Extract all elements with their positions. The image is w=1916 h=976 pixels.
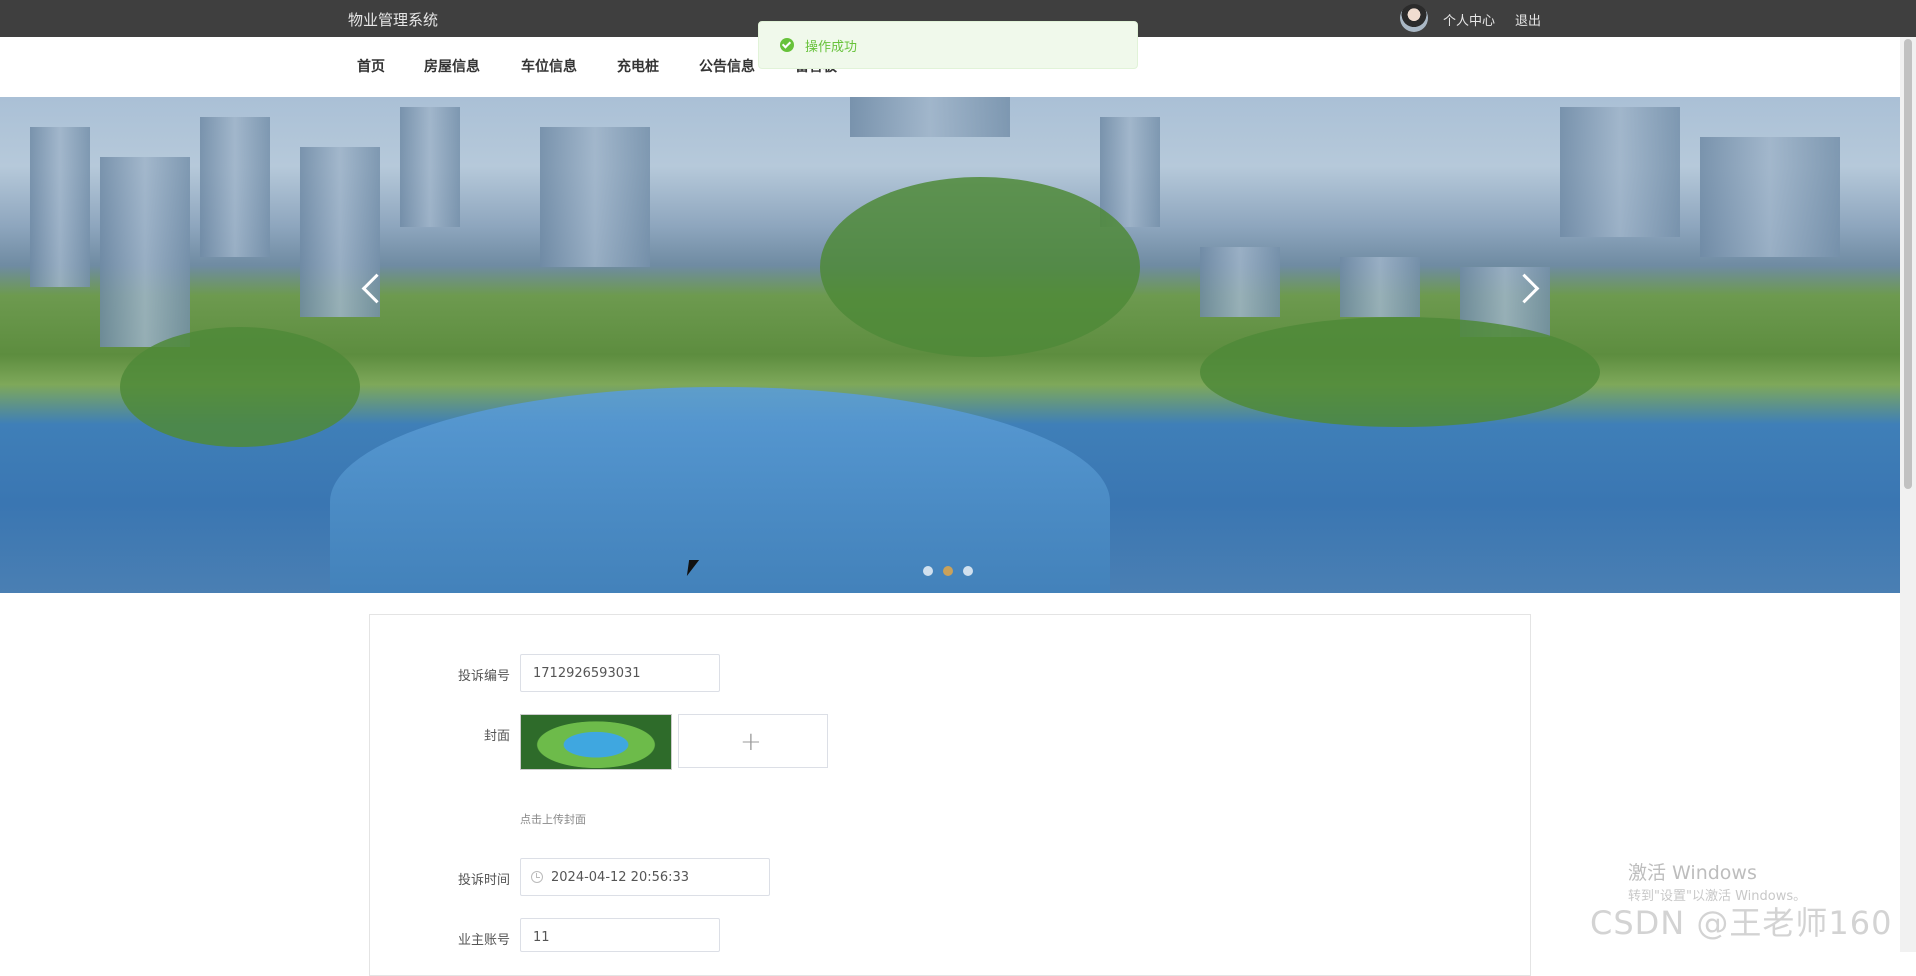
upload-hint: 点击上传封面: [520, 813, 586, 826]
owner-account-input[interactable]: 11: [520, 918, 720, 952]
carousel-dot-3[interactable]: [963, 566, 973, 576]
nav-item-home[interactable]: 首页: [357, 56, 385, 76]
profile-link[interactable]: 个人中心: [1443, 10, 1495, 29]
carousel-banner: [0, 97, 1900, 593]
cover-thumbnail[interactable]: [520, 714, 672, 770]
toast-message: 操作成功: [805, 40, 858, 55]
user-avatar[interactable]: [1400, 4, 1428, 32]
cover-label: 封面: [483, 729, 510, 744]
carousel-prev-button[interactable]: [352, 269, 392, 309]
clock-icon: [531, 871, 543, 883]
complaint-time-input[interactable]: 2024-04-12 20:56:33: [520, 858, 770, 896]
nav-item-parking[interactable]: 车位信息: [521, 56, 577, 76]
nav-item-notices[interactable]: 公告信息: [699, 56, 755, 76]
carousel-next-button[interactable]: [1510, 269, 1550, 309]
carousel-dot-1[interactable]: [923, 566, 933, 576]
scrollbar-thumb[interactable]: [1904, 39, 1912, 489]
success-toast: 操作成功: [758, 21, 1138, 69]
complaint-no-input[interactable]: 1712926593031: [520, 654, 720, 692]
plus-icon: +: [740, 727, 762, 757]
carousel-dot-2[interactable]: [943, 566, 953, 576]
check-circle-icon: [780, 38, 794, 52]
nav-item-houses[interactable]: 房屋信息: [424, 56, 480, 76]
csdn-watermark: CSDN @王老师160: [1590, 904, 1893, 942]
app-title: 物业管理系统: [348, 11, 439, 29]
complaint-time-label: 投诉时间: [457, 873, 510, 888]
nav-item-charging[interactable]: 充电桩: [617, 56, 659, 76]
windows-activation-title: 激活 Windows: [1628, 862, 1757, 884]
cover-upload-button[interactable]: +: [678, 714, 828, 768]
complaint-no-label: 投诉编号: [457, 669, 510, 684]
logout-link[interactable]: 退出: [1515, 10, 1541, 29]
owner-account-label: 业主账号: [457, 933, 510, 948]
page-scrollbar[interactable]: [1900, 37, 1916, 952]
